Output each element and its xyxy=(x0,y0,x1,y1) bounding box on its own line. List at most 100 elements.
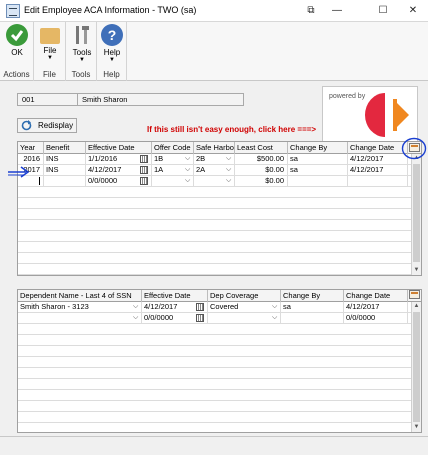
table-row[interactable] xyxy=(18,253,421,264)
effective-date-value: 4/12/2017 xyxy=(144,302,178,311)
scroll-down-icon[interactable]: ▼ xyxy=(412,423,421,432)
text-cursor xyxy=(39,177,40,185)
table-row[interactable] xyxy=(18,379,421,390)
col-header-dependent-name: Dependent Name - Last 4 of SSN xyxy=(18,290,142,302)
benefit-cell[interactable]: INS xyxy=(44,154,86,165)
calendar-icon[interactable] xyxy=(196,303,204,311)
effective-date-cell[interactable]: 0/0/0000 xyxy=(86,176,152,187)
col-header-year: Year xyxy=(18,142,44,154)
calendar-icon[interactable] xyxy=(196,314,204,322)
effective-date-cell[interactable]: 0/0/0000 xyxy=(142,313,208,324)
table-row[interactable] xyxy=(18,220,421,231)
table-row[interactable] xyxy=(18,368,421,379)
chevron-down-icon[interactable]: ⌵ xyxy=(226,154,231,164)
restore-layout-icon[interactable]: ⧉ xyxy=(298,2,324,20)
table-row[interactable]: 2016 INS 1/1/2016 1B ⌵ 2B ⌵ $500.00 sa 4/1… xyxy=(18,154,421,165)
table-row[interactable] xyxy=(18,242,421,253)
chevron-down-icon[interactable]: ⌵ xyxy=(226,176,231,186)
dependent-name-cell[interactable]: Smith Sharon - 3123 ⌵ xyxy=(18,302,142,313)
table-row[interactable] xyxy=(18,187,421,198)
chevron-down-icon[interactable]: ⌵ xyxy=(185,176,190,186)
ok-button[interactable]: OK xyxy=(1,24,33,57)
redisplay-button[interactable]: Redisplay xyxy=(17,118,77,133)
powered-by-label: powered by xyxy=(329,93,366,100)
table-row[interactable] xyxy=(18,335,421,346)
col-header-change-date: Change Date xyxy=(344,290,408,302)
table-row[interactable] xyxy=(18,412,421,423)
table-row[interactable]: ⌵ 0/0/0000 ⌵ 0/0/0000 xyxy=(18,313,421,324)
effective-date-value: 4/12/2017 xyxy=(88,165,122,174)
table-row[interactable] xyxy=(18,357,421,368)
tools-button[interactable]: Tools ▼ xyxy=(66,24,98,63)
file-label: File xyxy=(43,46,57,55)
dep-coverage-cell[interactable]: Covered ⌵ xyxy=(208,302,281,313)
change-by-cell xyxy=(281,313,344,324)
offer-code-cell[interactable]: 1A ⌵ xyxy=(152,165,194,176)
effective-date-value: 1/1/2016 xyxy=(88,154,118,163)
table-row[interactable]: 2017 INS 4/12/2017 1A ⌵ 2A ⌵ $0.00 sa 4/12… xyxy=(18,165,421,176)
col-header-benefit: Benefit xyxy=(44,142,86,154)
maximize-button[interactable]: ☐ xyxy=(370,2,396,20)
close-button[interactable]: ✕ xyxy=(400,2,426,20)
dependent-grid-scrollbar[interactable]: ▲ ▼ xyxy=(411,302,421,432)
table-row[interactable] xyxy=(18,209,421,220)
dependent-name-cell[interactable]: ⌵ xyxy=(18,313,142,324)
calendar-icon[interactable] xyxy=(140,177,148,185)
table-row[interactable]: Smith Sharon - 3123 ⌵ 4/12/2017 Covered ⌵ … xyxy=(18,302,421,313)
scroll-thumb[interactable] xyxy=(413,164,420,262)
table-row[interactable] xyxy=(18,346,421,357)
least-cost-cell[interactable]: $0.00 xyxy=(235,165,288,176)
chevron-down-icon[interactable]: ⌵ xyxy=(272,302,277,312)
least-cost-cell[interactable]: $500.00 xyxy=(235,154,288,165)
offer-code-cell[interactable]: 1B ⌵ xyxy=(152,154,194,165)
effective-date-cell[interactable]: 4/12/2017 xyxy=(142,302,208,313)
safe-harbor-cell[interactable]: ⌵ xyxy=(194,176,235,187)
chevron-down-icon[interactable]: ⌵ xyxy=(185,165,190,175)
chevron-down-icon[interactable]: ⌵ xyxy=(226,165,231,175)
benefit-cell[interactable] xyxy=(44,176,86,187)
minimize-button[interactable]: — xyxy=(324,2,350,20)
calendar-icon[interactable] xyxy=(140,166,148,174)
file-button[interactable]: File ▼ xyxy=(34,24,66,61)
benefit-cell[interactable]: INS xyxy=(44,165,86,176)
table-row[interactable] xyxy=(18,198,421,209)
table-row[interactable]: 0/0/0000 ⌵ ⌵ $0.00 xyxy=(18,176,421,187)
ribbon-group-help: ? Help ▼ Help xyxy=(97,22,127,81)
effective-date-value: 0/0/0000 xyxy=(88,176,118,185)
offer-code-cell[interactable]: ⌵ xyxy=(152,176,194,187)
chevron-down-icon[interactable]: ⌵ xyxy=(272,313,277,323)
expand-window-icon[interactable] xyxy=(409,290,420,299)
change-date-cell: 4/12/2017 xyxy=(348,165,408,176)
scroll-thumb[interactable] xyxy=(413,312,420,422)
scroll-down-icon[interactable]: ▼ xyxy=(412,266,421,275)
change-date-cell xyxy=(348,176,408,187)
help-button[interactable]: ? Help ▼ xyxy=(96,24,128,63)
chevron-down-icon[interactable]: ⌵ xyxy=(133,313,138,323)
dependent-grid: Dependent Name - Last 4 of SSN Effective… xyxy=(17,289,422,433)
ribbon-group-label: Tools xyxy=(71,70,91,79)
ribbon-group-label: Help xyxy=(103,70,120,79)
effective-date-cell[interactable]: 4/12/2017 xyxy=(86,165,152,176)
chevron-down-icon[interactable]: ⌵ xyxy=(185,154,190,164)
least-cost-cell[interactable]: $0.00 xyxy=(235,176,288,187)
table-row[interactable] xyxy=(18,324,421,335)
col-header-change-date: Change Date xyxy=(348,142,408,154)
calendar-icon[interactable] xyxy=(140,155,148,163)
ribbon-group-file: File ▼ File xyxy=(34,22,66,81)
table-row[interactable] xyxy=(18,264,421,275)
ribbon-group-actions: OK Actions xyxy=(0,22,34,81)
table-row[interactable] xyxy=(18,390,421,401)
table-row[interactable] xyxy=(18,401,421,412)
table-row[interactable] xyxy=(18,231,421,242)
dep-coverage-cell[interactable]: ⌵ xyxy=(208,313,281,324)
scroll-up-icon[interactable]: ▲ xyxy=(412,302,421,311)
safe-harbor-cell[interactable]: 2B ⌵ xyxy=(194,154,235,165)
chevron-down-icon[interactable]: ⌵ xyxy=(133,302,138,312)
year-cell[interactable]: 2016 xyxy=(18,154,44,165)
tools-icon xyxy=(71,24,93,46)
effective-date-cell[interactable]: 1/1/2016 xyxy=(86,154,152,165)
change-by-cell: sa xyxy=(288,154,348,165)
safe-harbor-cell[interactable]: 2A ⌵ xyxy=(194,165,235,176)
aca-grid-scrollbar[interactable]: ▲ ▼ xyxy=(411,154,421,275)
change-date-cell: 0/0/0000 xyxy=(344,313,408,324)
